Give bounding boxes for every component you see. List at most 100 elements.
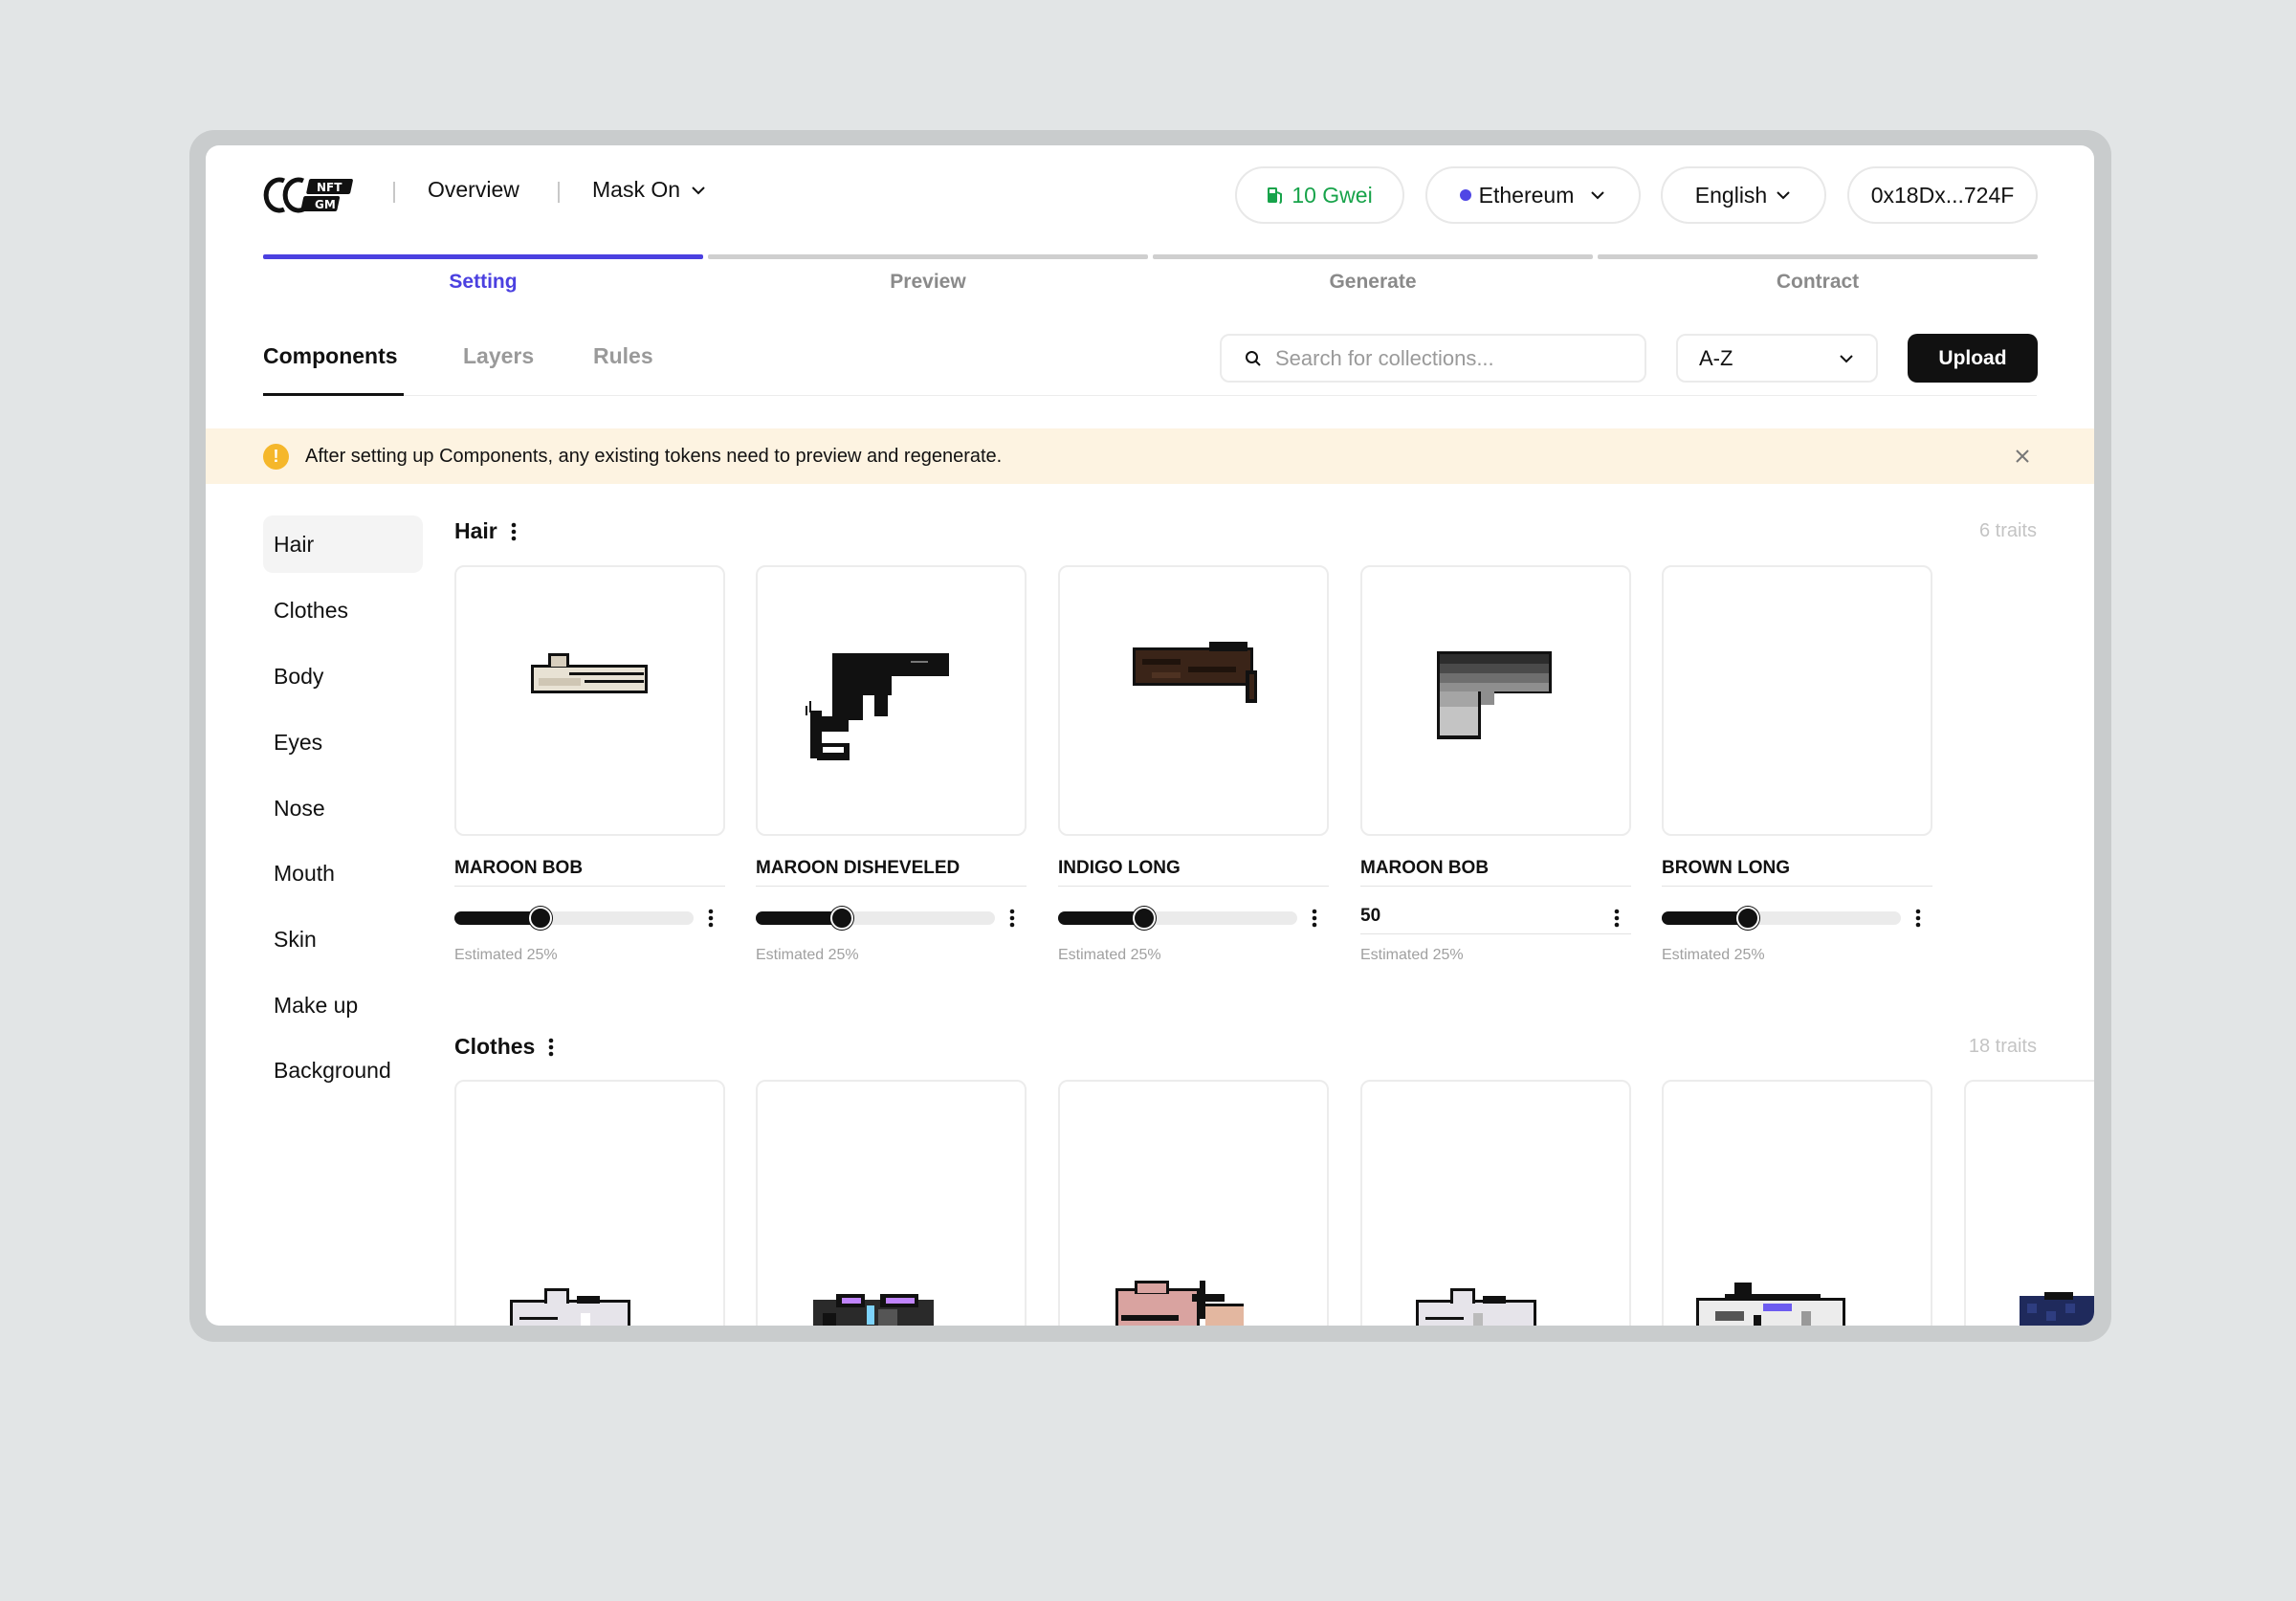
input-underline [1360, 933, 1631, 934]
trait-preview-image [806, 653, 949, 760]
trait-preview-image [1416, 1288, 1536, 1326]
step-progress-bar [263, 254, 703, 259]
network-dropdown[interactable]: Ethereum [1425, 166, 1641, 224]
trait-divider [1662, 886, 1932, 887]
trait-name: MAROON BOB [454, 858, 584, 878]
tabs-divider [263, 395, 2037, 396]
trait-divider [1360, 886, 1631, 887]
trait-image-card[interactable] [756, 565, 1027, 836]
rarity-slider[interactable] [454, 907, 694, 930]
sidebar-item-skin[interactable]: Skin [263, 910, 423, 968]
sidebar-item-mouth[interactable]: Mouth [263, 844, 423, 902]
language-dropdown[interactable]: English [1661, 166, 1826, 224]
project-dropdown[interactable]: Mask On [592, 177, 707, 203]
slider-fill [1662, 911, 1748, 925]
slider-handle[interactable] [1133, 907, 1156, 930]
tab-layers[interactable]: Layers [463, 343, 534, 369]
more-options-icon[interactable] [1009, 909, 1015, 928]
trait-image-card[interactable] [454, 1080, 725, 1326]
svg-text:NFT: NFT [317, 181, 342, 194]
sidebar-item-body[interactable]: Body [263, 647, 423, 705]
estimated-percentage: Estimated 25% [454, 947, 558, 963]
step-preview[interactable]: Preview [708, 254, 1148, 294]
search-icon [1246, 350, 1261, 366]
trait-image-card[interactable] [1662, 1080, 1932, 1326]
rarity-slider[interactable] [756, 907, 995, 930]
trait-preview-image [1133, 642, 1257, 703]
search-input[interactable] [1275, 345, 1620, 371]
trait-image-card[interactable] [1964, 1080, 2094, 1326]
trait-preview-image [2020, 1292, 2094, 1326]
sidebar-item-nose[interactable]: Nose [263, 779, 423, 837]
slider-handle[interactable] [830, 907, 853, 930]
trait-preview-image [1696, 1283, 1845, 1326]
trait-name: MAROON DISHEVELED [756, 858, 960, 878]
trait-preview-image [531, 653, 648, 693]
trait-image-card[interactable] [1058, 1080, 1329, 1326]
more-options-icon[interactable] [708, 909, 714, 928]
more-options-icon[interactable] [1915, 909, 1921, 928]
step-generate[interactable]: Generate [1153, 254, 1593, 294]
trait-image-card[interactable] [454, 565, 725, 836]
rarity-slider[interactable] [1058, 907, 1297, 930]
estimated-percentage: Estimated 25% [1058, 947, 1161, 963]
more-options-icon[interactable] [1614, 909, 1620, 928]
slider-handle[interactable] [529, 907, 552, 930]
wallet-address-button[interactable]: 0x18Dx...724F [1847, 166, 2038, 224]
trait-divider [756, 886, 1027, 887]
chevron-down-icon [1777, 191, 1790, 200]
tab-rules[interactable]: Rules [593, 343, 653, 369]
rarity-weight-input[interactable]: 50 [1360, 906, 1600, 934]
section-title-hair: Hair [454, 518, 517, 544]
slider-fill [454, 911, 541, 925]
sidebar-item-hair[interactable]: Hair [263, 515, 423, 573]
trait-image-card[interactable] [756, 1080, 1027, 1326]
upload-button[interactable]: Upload [1908, 334, 2038, 383]
trait-name: MAROON BOB [1360, 858, 1490, 878]
trait-preview-image [510, 1288, 630, 1326]
estimated-percentage: Estimated 25% [1360, 947, 1464, 963]
trait-divider [1058, 886, 1329, 887]
sort-select[interactable]: A-Z [1676, 334, 1878, 383]
trait-image-card[interactable] [1058, 565, 1329, 836]
trait-image-card[interactable] [1360, 1080, 1631, 1326]
trait-image-card[interactable] [1662, 565, 1932, 836]
nav-separator [393, 182, 395, 203]
slider-handle[interactable] [1736, 907, 1759, 930]
close-icon[interactable] [2012, 446, 2033, 467]
active-tab-indicator [263, 393, 404, 396]
sidebar-item-background[interactable]: Background [263, 1042, 423, 1099]
svg-text:GM: GM [315, 198, 336, 211]
slider-fill [756, 911, 842, 925]
trait-image-card[interactable] [1360, 565, 1631, 836]
sidebar-item-clothes[interactable]: Clothes [263, 581, 423, 639]
nft-gm-logo[interactable]: NFT GM [263, 171, 359, 219]
step-progress-bar [708, 254, 1148, 259]
more-options-icon[interactable] [548, 1038, 554, 1057]
trait-divider [454, 886, 725, 887]
traits-count: 6 traits [1978, 520, 2037, 541]
warning-icon: ! [263, 443, 289, 470]
gas-price-pill[interactable]: 10 Gwei [1235, 166, 1404, 224]
app-window: NFT GM Overview Mask On 10 Gwei Ethereum… [206, 145, 2094, 1326]
fuel-pump-icon [1268, 187, 1283, 204]
step-contract[interactable]: Contract [1598, 254, 2038, 294]
search-box[interactable] [1220, 334, 1646, 383]
more-options-icon[interactable] [1312, 909, 1317, 928]
trait-name: BROWN LONG [1662, 858, 1791, 878]
traits-count: 18 traits [1968, 1036, 2037, 1057]
step-progress-bar [1598, 254, 2038, 259]
more-options-icon[interactable] [511, 522, 517, 541]
step-setting[interactable]: Setting [263, 254, 703, 294]
sidebar-item-eyes[interactable]: Eyes [263, 713, 423, 771]
chevron-down-icon [692, 186, 705, 194]
trait-name: INDIGO LONG [1058, 858, 1181, 878]
chevron-down-icon [1840, 354, 1853, 362]
tab-components[interactable]: Components [263, 343, 398, 369]
network-status-dot [1459, 189, 1471, 201]
overview-link[interactable]: Overview [428, 177, 519, 203]
sidebar-item-make-up[interactable]: Make up [263, 976, 423, 1034]
trait-preview-image [813, 1294, 934, 1326]
section-title-clothes: Clothes [454, 1034, 554, 1060]
rarity-slider[interactable] [1662, 907, 1901, 930]
